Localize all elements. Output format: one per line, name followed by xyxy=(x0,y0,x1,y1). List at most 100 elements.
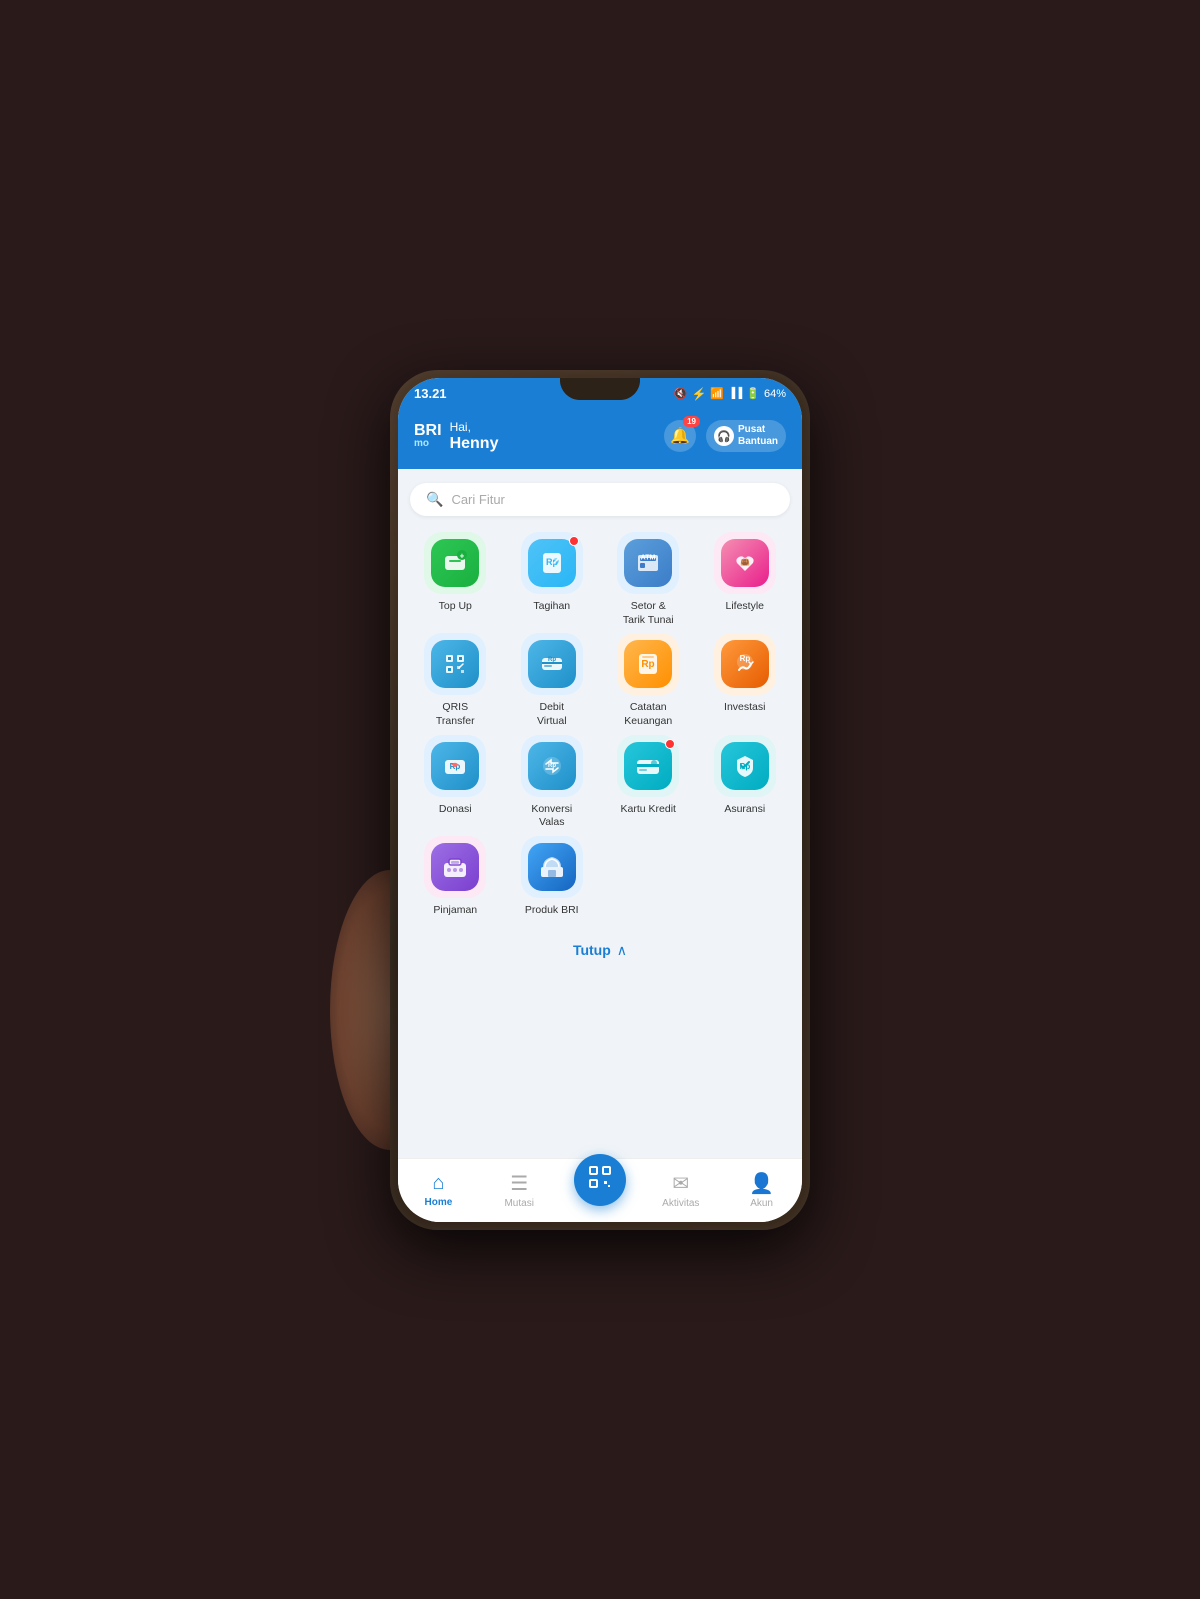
catatan-icon-wrap: Rp xyxy=(617,633,679,695)
mutasi-label: Mutasi xyxy=(504,1198,533,1209)
battery-level: 64% xyxy=(764,388,786,400)
greeting-hai: Hai, xyxy=(450,420,499,434)
bottom-nav: ⌂ Home ☰ Mutasi xyxy=(398,1158,802,1222)
top-up-icon: + xyxy=(431,539,479,587)
nav-qris-fab[interactable] xyxy=(560,1174,641,1206)
asuransi-icon-wrap: Rp xyxy=(714,735,776,797)
kartu-notification-dot xyxy=(665,739,675,749)
headset-icon: 🎧 xyxy=(714,426,734,446)
tagihan-label: Tagihan xyxy=(533,600,570,614)
app-header: BRI mo Hai, Henny 🔔 19 🎧 Pusat xyxy=(398,410,802,470)
debit-icon-wrap: Rp xyxy=(521,633,583,695)
search-icon: 🔍 xyxy=(426,491,443,508)
qris-label: QRISTransfer xyxy=(436,701,475,728)
svg-text:Rp: Rp xyxy=(548,763,556,769)
asuransi-icon: Rp xyxy=(721,742,769,790)
signal-icon: ▐▐ xyxy=(728,388,742,399)
header-left: BRI mo Hai, Henny xyxy=(414,420,498,454)
menu-item-asuransi[interactable]: Rp Asuransi xyxy=(700,735,791,830)
konversi-icon-wrap: Rp xyxy=(521,735,583,797)
user-name: Henny xyxy=(450,434,499,453)
nav-home[interactable]: ⌂ Home xyxy=(398,1172,479,1208)
mutasi-icon: ☰ xyxy=(510,1171,528,1196)
home-icon: ⌂ xyxy=(432,1172,444,1195)
mute-icon: 🔇 xyxy=(674,387,688,400)
header-right: 🔔 19 🎧 PusatBantuan xyxy=(664,420,786,452)
svg-text:Rp: Rp xyxy=(548,657,556,663)
search-bar[interactable]: 🔍 Cari Fitur xyxy=(410,483,790,516)
setor-label: Setor &Tarik Tunai xyxy=(623,600,674,627)
menu-item-kartu[interactable]: Kartu Kredit xyxy=(603,735,694,830)
status-icons: 🔇 ⚡ 📶 ▐▐ 🔋 64% xyxy=(674,387,786,401)
menu-item-investasi[interactable]: Rp Investasi xyxy=(700,633,791,728)
qris-fab-button[interactable] xyxy=(574,1154,626,1206)
produk-label: Produk BRI xyxy=(525,904,579,918)
catatan-label: CatatanKeuangan xyxy=(624,701,672,728)
lifestyle-icon-wrap: 👜 xyxy=(714,532,776,594)
investasi-icon-wrap: Rp xyxy=(714,633,776,695)
chevron-up-icon: ∧ xyxy=(617,942,627,959)
phone-frame: 13.21 🔇 ⚡ 📶 ▐▐ 🔋 64% BRI mo xyxy=(390,370,810,1230)
setor-icon-wrap: ATM xyxy=(617,532,679,594)
pinjaman-icon-wrap xyxy=(424,836,486,898)
close-label: Tutup xyxy=(573,942,611,958)
lifestyle-icon: 👜 xyxy=(721,539,769,587)
menu-item-qris[interactable]: QRISTransfer xyxy=(410,633,501,728)
akun-icon: 👤 xyxy=(749,1171,774,1196)
notification-badge: 19 xyxy=(683,416,700,427)
konversi-label: KonversiValas xyxy=(531,803,572,830)
notification-button[interactable]: 🔔 19 xyxy=(664,420,696,452)
konversi-icon: Rp xyxy=(528,742,576,790)
top-up-label: Top Up xyxy=(439,600,472,614)
donasi-icon: Rp xyxy=(431,742,479,790)
kartu-icon xyxy=(624,742,672,790)
nav-mutasi[interactable]: ☰ Mutasi xyxy=(479,1171,560,1209)
pinjaman-icon xyxy=(431,843,479,891)
asuransi-label: Asuransi xyxy=(724,803,765,817)
menu-item-konversi[interactable]: Rp KonversiValas xyxy=(507,735,598,830)
menu-item-catatan[interactable]: Rp CatatanKeuangan xyxy=(603,633,694,728)
phone-screen: 13.21 🔇 ⚡ 📶 ▐▐ 🔋 64% BRI mo xyxy=(398,378,802,1222)
menu-item-top-up[interactable]: + Top Up xyxy=(410,532,501,627)
greeting: Hai, Henny xyxy=(450,420,499,454)
aktivitas-icon: ✉ xyxy=(672,1171,689,1196)
menu-item-tagihan[interactable]: Rp Tagihan xyxy=(507,532,598,627)
pinjaman-label: Pinjaman xyxy=(433,904,477,918)
catatan-icon: Rp xyxy=(624,640,672,688)
help-button[interactable]: 🎧 PusatBantuan xyxy=(706,420,786,452)
menu-item-setor-tarik[interactable]: ATM Setor &Tarik Tunai xyxy=(603,532,694,627)
qris-icon xyxy=(431,640,479,688)
bluetooth-icon: ⚡ xyxy=(691,387,706,401)
battery-icon: 🔋 xyxy=(746,387,760,400)
nav-akun[interactable]: 👤 Akun xyxy=(721,1171,802,1209)
svg-text:Rp: Rp xyxy=(642,659,655,670)
bri-logo: BRI mo xyxy=(414,423,442,449)
akun-label: Akun xyxy=(750,1198,773,1209)
top-up-icon-wrap: + xyxy=(424,532,486,594)
tagihan-icon: Rp xyxy=(528,539,576,587)
svg-text:👜: 👜 xyxy=(740,556,750,566)
nav-aktivitas[interactable]: ✉ Aktivitas xyxy=(640,1171,721,1209)
tagihan-notification-dot xyxy=(569,536,579,546)
wifi-icon: 📶 xyxy=(710,387,724,400)
menu-item-debit[interactable]: Rp DebitVirtual xyxy=(507,633,598,728)
help-label: PusatBantuan xyxy=(738,424,778,448)
produk-icon-wrap xyxy=(521,836,583,898)
menu-item-donasi[interactable]: Rp Donasi xyxy=(410,735,501,830)
menu-item-lifestyle[interactable]: 👜 Lifestyle xyxy=(700,532,791,627)
status-time: 13.21 xyxy=(414,386,447,401)
home-label: Home xyxy=(425,1197,453,1208)
close-button[interactable]: Tutup ∧ xyxy=(410,934,790,967)
aktivitas-label: Aktivitas xyxy=(662,1198,699,1209)
lifestyle-label: Lifestyle xyxy=(725,600,764,614)
app-name: BRI xyxy=(414,423,442,439)
phone-notch xyxy=(560,378,640,400)
app-sub: mo xyxy=(414,439,429,449)
search-placeholder: Cari Fitur xyxy=(451,492,504,507)
investasi-icon: Rp xyxy=(721,640,769,688)
setor-icon: ATM xyxy=(624,539,672,587)
menu-grid: + Top Up xyxy=(410,532,790,917)
donasi-label: Donasi xyxy=(439,803,472,817)
menu-item-produk[interactable]: Produk BRI xyxy=(507,836,598,918)
menu-item-pinjaman[interactable]: Pinjaman xyxy=(410,836,501,918)
